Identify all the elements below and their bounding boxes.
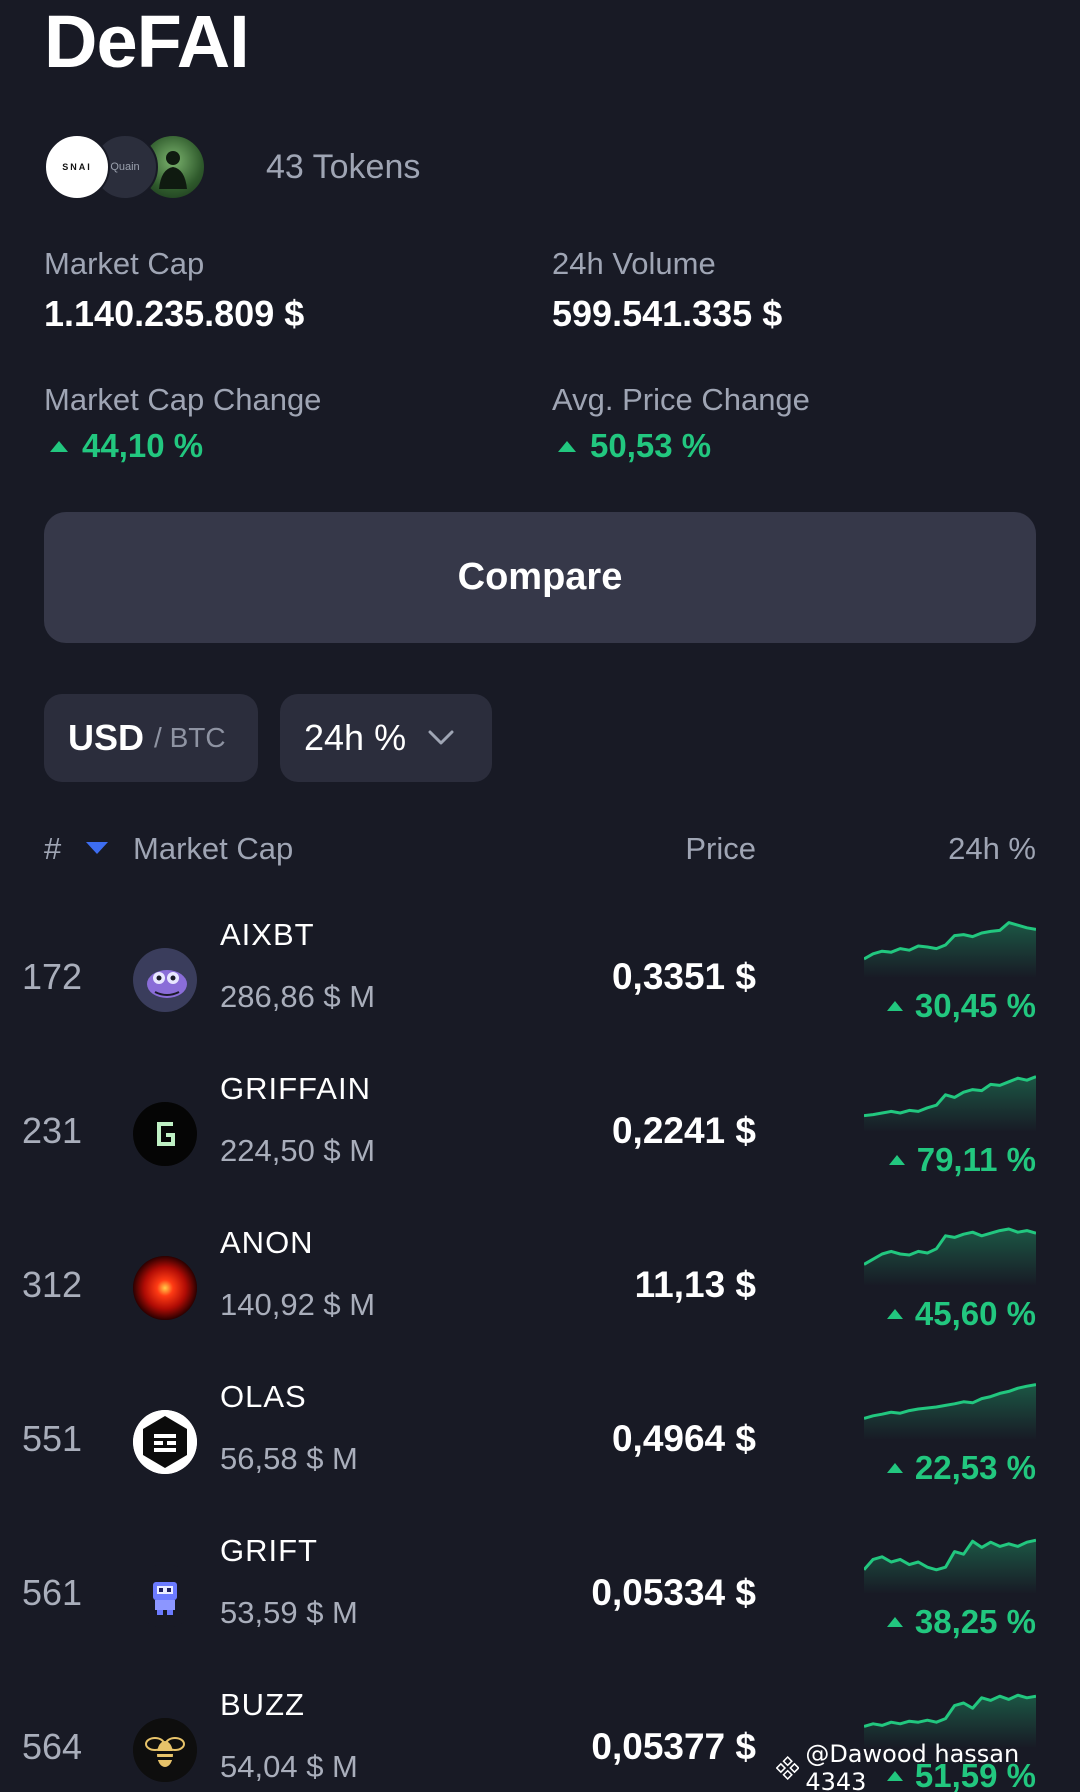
triangle-up-icon xyxy=(886,1463,903,1473)
table-row[interactable]: 551 OLAS 56,58 $ M 0,4964 $ 22,53 % xyxy=(0,1366,1080,1520)
buzz-bee-logo-icon xyxy=(133,1718,197,1782)
sparkline-chart xyxy=(864,1075,1036,1132)
token-name: GRIFT xyxy=(220,1533,318,1568)
token-market-cap: 140,92 $ M xyxy=(220,1287,376,1322)
page-title: DeFAI xyxy=(44,0,250,83)
token-market-cap: 56,58 $ M xyxy=(220,1441,358,1476)
aixbt-logo-icon xyxy=(133,948,197,1012)
volume-label: 24h Volume xyxy=(552,246,716,281)
watermark-text: @Dawood hassan 4343 xyxy=(805,1740,1020,1792)
token-name: BUZZ xyxy=(220,1687,305,1722)
rank-cell: 231 xyxy=(22,1110,83,1151)
token-market-cap: 53,59 $ M xyxy=(220,1595,358,1630)
token-change-text: 79,11 % xyxy=(916,1141,1036,1178)
token-price: 0,2241 $ xyxy=(611,1110,756,1151)
avg-price-change-value: 50,53 % xyxy=(552,424,810,468)
table-row[interactable]: 312 ANON 140,92 $ M 11,13 $ 45,60 % xyxy=(0,1212,1080,1366)
token-price: 0,05334 $ xyxy=(591,1572,756,1613)
avatar: SNAI xyxy=(44,134,110,200)
token-price: 0,4964 $ xyxy=(611,1418,756,1459)
rank-header[interactable]: # xyxy=(44,826,61,872)
token-name: ANON xyxy=(220,1225,314,1260)
rank-cell: 172 xyxy=(22,956,83,997)
table-row[interactable]: 231 GRIFFAIN 224,50 $ M 0,2241 $ 79,11 % xyxy=(0,1058,1080,1212)
avg-price-change-text: 50,53 % xyxy=(590,427,712,464)
sparkline-chart xyxy=(864,1227,1036,1286)
triangle-up-icon xyxy=(886,1617,903,1627)
market-cap-value: 1.140.235.809 $ xyxy=(44,293,305,334)
volume-value: 599.541.335 $ xyxy=(552,293,783,334)
token-market-cap: 54,04 $ M xyxy=(220,1749,358,1784)
triangle-up-icon xyxy=(50,440,68,452)
token-avatar-stack: SNAI Quain xyxy=(44,134,206,200)
sparkline-chart xyxy=(864,1383,1036,1440)
table-row[interactable]: 172 AIXBT 286,86 $ M 0,3351 $ 30,45 % xyxy=(0,904,1080,1058)
token-change: 30,45 % xyxy=(881,984,1036,1028)
token-change: 45,60 % xyxy=(881,1292,1036,1336)
currency-toggle[interactable]: USD / BTC xyxy=(44,694,258,782)
token-price: 0,05377 $ xyxy=(591,1726,756,1767)
token-market-cap: 286,86 $ M xyxy=(220,979,376,1014)
tokens-count: 43 Tokens xyxy=(266,147,421,186)
rank-cell: 564 xyxy=(22,1726,83,1767)
grift-logo-icon xyxy=(133,1564,197,1628)
token-name: OLAS xyxy=(220,1379,307,1414)
avg-price-change-label: Avg. Price Change xyxy=(552,382,810,417)
change-header[interactable]: 24h % xyxy=(948,826,1036,872)
currency-usd-option[interactable]: USD xyxy=(68,717,144,759)
sparkline-chart xyxy=(864,1538,1036,1594)
binance-logo-icon xyxy=(776,1756,800,1780)
token-change: 38,25 % xyxy=(881,1600,1036,1644)
token-change-text: 38,25 % xyxy=(914,1603,1036,1640)
olas-logo-icon xyxy=(133,1410,197,1474)
market-cap-change-text: 44,10 % xyxy=(82,427,204,464)
triangle-down-icon[interactable] xyxy=(86,842,108,854)
token-name: GRIFFAIN xyxy=(220,1071,371,1106)
market-cap-header[interactable]: Market Cap xyxy=(133,826,293,872)
currency-btc-option[interactable]: / BTC xyxy=(154,722,226,754)
griffain-logo-icon xyxy=(133,1102,197,1166)
triangle-up-icon xyxy=(886,1309,903,1319)
tokens-summary[interactable]: SNAI Quain 43 Tokens xyxy=(44,134,420,200)
table-header: # Market Cap Price 24h % xyxy=(0,826,1080,872)
token-price: 11,13 $ xyxy=(634,1264,756,1305)
market-cap-change-value: 44,10 % xyxy=(44,424,321,468)
sparkline-area xyxy=(864,922,1036,978)
market-cap-label: Market Cap xyxy=(44,246,205,281)
watermark: @Dawood hassan 4343 xyxy=(776,1740,1080,1792)
market-cap-change-label: Market Cap Change xyxy=(44,382,322,417)
anon-logo-icon xyxy=(133,1256,197,1320)
triangle-up-icon xyxy=(888,1155,905,1165)
period-label: 24h % xyxy=(304,717,407,758)
avg-price-change-stat: Avg. Price Change 50,53 % xyxy=(552,380,810,468)
price-header[interactable]: Price xyxy=(685,826,756,872)
sparkline-area xyxy=(864,1076,1036,1132)
token-change: 79,11 % xyxy=(883,1138,1036,1182)
triangle-up-icon xyxy=(558,440,576,452)
compare-button[interactable]: Compare xyxy=(44,512,1036,643)
sparkline-chart xyxy=(864,921,1036,978)
market-cap-stat: Market Cap 1.140.235.809 $ xyxy=(44,244,304,338)
sparkline-chart xyxy=(864,1693,1036,1748)
rank-cell: 561 xyxy=(22,1572,83,1613)
category-page: DeFAI SNAI Quain 43 Tokens Market Cap 1.… xyxy=(0,0,1080,1792)
market-cap-change-stat: Market Cap Change 44,10 % xyxy=(44,380,321,468)
rank-cell: 312 xyxy=(22,1264,83,1305)
token-name: AIXBT xyxy=(220,917,315,952)
token-price: 0,3351 $ xyxy=(611,956,756,997)
sparkline-area xyxy=(864,1540,1036,1594)
token-change-text: 22,53 % xyxy=(914,1449,1036,1486)
volume-stat: 24h Volume 599.541.335 $ xyxy=(552,244,782,338)
period-dropdown[interactable]: 24h % xyxy=(280,694,492,782)
token-change: 22,53 % xyxy=(881,1446,1036,1490)
token-market-cap: 224,50 $ M xyxy=(220,1133,376,1168)
triangle-up-icon xyxy=(886,1001,903,1011)
table-row[interactable]: 561 GRIFT 53,59 $ M 0,05334 $ 38,25 % xyxy=(0,1520,1080,1674)
rank-cell: 551 xyxy=(22,1418,83,1459)
token-change-text: 45,60 % xyxy=(914,1295,1036,1332)
chevron-down-icon xyxy=(428,730,454,745)
token-change-text: 30,45 % xyxy=(914,987,1036,1024)
